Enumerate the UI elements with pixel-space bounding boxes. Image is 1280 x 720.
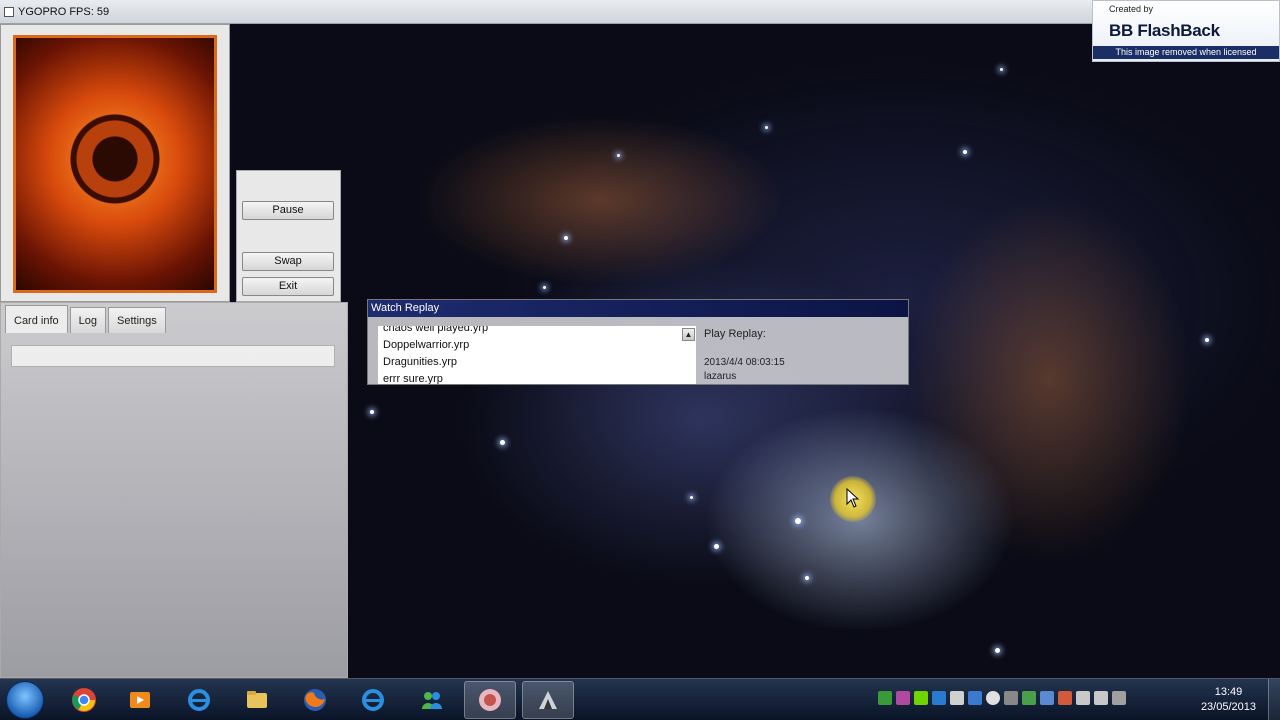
internet-explorer-icon[interactable] bbox=[173, 681, 225, 719]
internet-explorer-icon[interactable] bbox=[347, 681, 399, 719]
replay-file-item[interactable]: chaos well played.yrp bbox=[383, 326, 488, 334]
duel-control-panel: Pause Swap Exit bbox=[236, 170, 341, 302]
app-icon bbox=[4, 6, 14, 17]
messenger-icon[interactable] bbox=[406, 681, 458, 719]
star bbox=[370, 410, 374, 414]
ygopro-icon[interactable] bbox=[464, 681, 516, 719]
signal-icon[interactable] bbox=[1112, 691, 1126, 705]
info-panel: Card info Log Settings bbox=[0, 302, 348, 678]
watch-replay-window: Watch Replay chaos well played.yrp Doppe… bbox=[367, 299, 909, 385]
swap-button[interactable]: Swap bbox=[242, 252, 334, 271]
star bbox=[543, 286, 546, 289]
tray-icon[interactable] bbox=[914, 691, 928, 705]
tray-icon[interactable] bbox=[1058, 691, 1072, 705]
card-info-field bbox=[11, 345, 335, 367]
star bbox=[690, 496, 693, 499]
mouse-cursor-icon bbox=[846, 488, 860, 508]
taskbar-clock[interactable]: 13:49 23/05/2013 bbox=[1201, 685, 1256, 715]
watch-replay-title[interactable]: Watch Replay bbox=[368, 300, 908, 317]
tray-icon[interactable] bbox=[950, 691, 964, 705]
start-orb[interactable] bbox=[6, 681, 44, 719]
tray-icon[interactable] bbox=[986, 691, 1000, 705]
game-icon[interactable] bbox=[522, 681, 574, 719]
replay-file-list[interactable]: chaos well played.yrp Doppelwarrior.yrp … bbox=[378, 326, 696, 384]
firefox-icon[interactable] bbox=[289, 681, 341, 719]
chrome-icon[interactable] bbox=[58, 681, 110, 719]
clock-date: 23/05/2013 bbox=[1200, 701, 1256, 713]
taskbar: 13:49 23/05/2013 bbox=[0, 678, 1280, 720]
star bbox=[564, 236, 568, 240]
star bbox=[714, 544, 719, 549]
media-player-icon[interactable] bbox=[114, 681, 166, 719]
system-tray bbox=[878, 691, 1126, 705]
replay-file-item[interactable]: Doppelwarrior.yrp bbox=[383, 339, 469, 351]
tray-icon[interactable] bbox=[968, 691, 982, 705]
replay-file-item[interactable]: Dragunities.yrp bbox=[383, 356, 457, 368]
play-replay-label: Play Replay: bbox=[704, 328, 766, 340]
star bbox=[795, 518, 801, 524]
clock-time: 13:49 bbox=[1214, 686, 1243, 698]
tray-icon[interactable] bbox=[1022, 691, 1036, 705]
info-tabs: Card info Log Settings bbox=[5, 305, 166, 333]
replay-player: lazarus bbox=[704, 371, 737, 382]
star bbox=[1205, 338, 1209, 342]
watermark-brand: BB FlashBack bbox=[1109, 21, 1220, 40]
file-explorer-icon[interactable] bbox=[231, 681, 283, 719]
tray-icon[interactable] bbox=[932, 691, 946, 705]
star bbox=[500, 440, 505, 445]
card-image-panel bbox=[0, 24, 230, 302]
exit-button[interactable]: Exit bbox=[242, 277, 334, 296]
tray-icon[interactable] bbox=[1004, 691, 1018, 705]
show-desktop-button[interactable] bbox=[1268, 679, 1280, 720]
tab-settings[interactable]: Settings bbox=[108, 307, 166, 333]
star bbox=[1000, 68, 1003, 71]
network-icon[interactable] bbox=[1094, 691, 1108, 705]
window-title: YGOPRO FPS: 59 bbox=[18, 5, 110, 18]
replay-date: 2013/4/4 08:03:15 bbox=[704, 357, 785, 368]
replay-file-item[interactable]: errr sure.yrp bbox=[383, 373, 443, 384]
tray-icon[interactable] bbox=[878, 691, 892, 705]
card-back-image bbox=[13, 35, 217, 293]
tab-log[interactable]: Log bbox=[69, 307, 106, 333]
watermark-created-by: Created by bbox=[1109, 4, 1154, 14]
watermark-notice: This image removed when licensed bbox=[1093, 46, 1279, 59]
star bbox=[963, 150, 967, 154]
tray-icon[interactable] bbox=[1040, 691, 1054, 705]
scroll-up-icon[interactable]: ▲ bbox=[682, 328, 695, 341]
star bbox=[995, 648, 1000, 653]
window-title-bar[interactable]: YGOPRO FPS: 59 bbox=[0, 0, 1092, 24]
tab-card-info[interactable]: Card info bbox=[5, 305, 68, 333]
star bbox=[617, 154, 620, 157]
tray-icon[interactable] bbox=[896, 691, 910, 705]
pause-button[interactable]: Pause bbox=[242, 201, 334, 220]
speaker-icon[interactable] bbox=[1076, 691, 1090, 705]
watermark: Created by BB FlashBack This image remov… bbox=[1092, 0, 1280, 62]
star bbox=[805, 576, 809, 580]
star bbox=[765, 126, 768, 129]
